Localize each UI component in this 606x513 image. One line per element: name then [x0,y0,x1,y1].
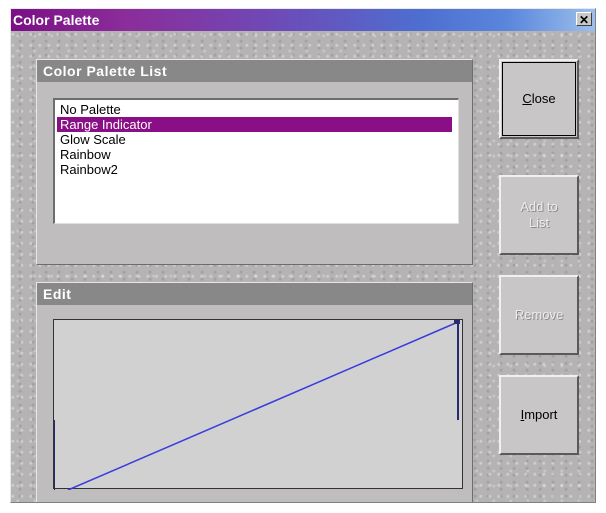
close-label-rest: lose [531,91,556,106]
edit-panel: Edit [36,282,473,502]
edit-header: Edit [37,283,472,305]
list-item[interactable]: No Palette [57,102,452,117]
palette-listbox[interactable]: No Palette Range Indicator Glow Scale Ra… [53,98,459,224]
list-item-selected[interactable]: Range Indicator [57,117,452,132]
color-palette-window: Color Palette ✕ Color Palette List No Pa… [10,8,596,503]
curve-handle[interactable] [454,320,460,324]
palette-curve-svg [53,320,460,491]
import-label-rest: mport [524,407,558,422]
list-item[interactable]: Rainbow [57,147,452,162]
window-title: Color Palette [13,12,100,28]
close-mnemonic: C [522,91,532,106]
add-label-line2: List [528,215,550,230]
add-label-line1: Add to [520,199,558,214]
palette-curve-editor[interactable] [53,319,463,491]
close-button[interactable]: Close [499,59,579,139]
add-to-list-button[interactable]: Add to List [499,175,579,255]
list-item[interactable]: Glow Scale [57,132,452,147]
color-curve-line[interactable] [67,321,459,491]
title-bar[interactable]: Color Palette ✕ [11,9,595,31]
remove-button[interactable]: Remove [499,275,579,355]
remove-label: Remove [514,307,564,322]
import-button[interactable]: Import [499,375,579,455]
close-window-icon[interactable]: ✕ [576,12,592,27]
list-item[interactable]: Rainbow2 [57,162,452,177]
palette-list-panel: Color Palette List No Palette Range Indi… [36,59,473,265]
palette-list-header: Color Palette List [37,60,472,82]
